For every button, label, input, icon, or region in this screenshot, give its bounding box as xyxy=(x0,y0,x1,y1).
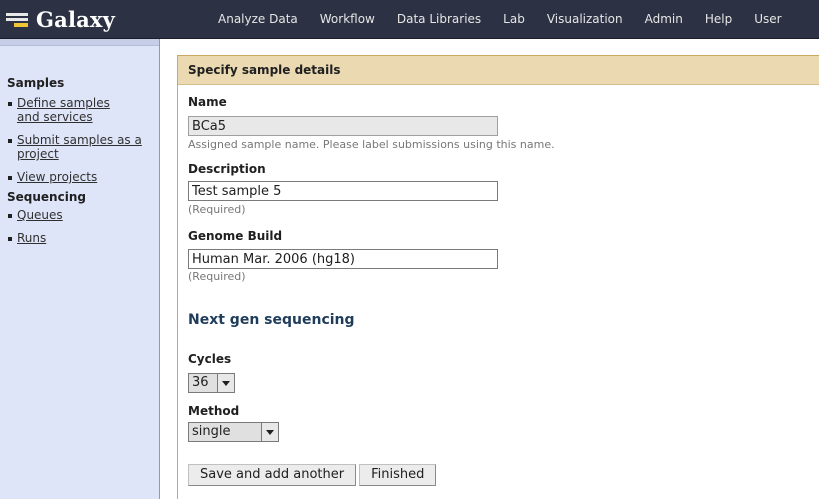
next-gen-sequencing-heading: Next gen sequencing xyxy=(188,312,355,328)
cycles-selected-value: 36 xyxy=(189,374,217,392)
view-projects-link[interactable]: View projects xyxy=(17,170,97,184)
save-and-add-another-button[interactable]: Save and add another xyxy=(188,464,357,486)
brand-title: Galaxy xyxy=(36,6,116,32)
menu-item-define-samples: Define samples and services xyxy=(0,96,159,124)
samples-menu: Define samples and services Submit sampl… xyxy=(0,96,159,184)
sample-details-form: Specify sample details Name Assigned sam… xyxy=(177,55,819,499)
menu-item-view-projects: View projects xyxy=(0,170,159,184)
method-selected-value: single xyxy=(189,423,261,441)
menu-item-queues: Queues xyxy=(0,208,159,222)
cycles-label: Cycles xyxy=(188,352,232,366)
method-dropdown-button[interactable] xyxy=(261,423,278,441)
submit-samples-link[interactable]: Submit samples as a project xyxy=(17,133,147,161)
galaxy-brand[interactable]: Galaxy xyxy=(6,4,115,34)
name-label: Name xyxy=(188,95,227,109)
nav-lab[interactable]: Lab xyxy=(503,12,525,26)
method-select[interactable]: single xyxy=(188,422,279,442)
genome-build-label: Genome Build xyxy=(188,229,283,243)
galaxy-logo-icon xyxy=(6,11,30,27)
nav-workflow[interactable]: Workflow xyxy=(320,12,375,26)
chevron-down-icon xyxy=(222,380,230,386)
method-label: Method xyxy=(188,404,240,418)
nav-data-libraries[interactable]: Data Libraries xyxy=(397,12,481,26)
define-samples-link[interactable]: Define samples and services xyxy=(17,96,127,124)
description-input[interactable] xyxy=(188,181,498,201)
genome-build-help-text: (Required) xyxy=(188,270,246,283)
nav-user[interactable]: User xyxy=(754,12,781,26)
form-header: Specify sample details xyxy=(178,56,819,85)
nav-help[interactable]: Help xyxy=(705,12,732,26)
menu-item-runs: Runs xyxy=(0,231,159,245)
nav-analyze-data[interactable]: Analyze Data xyxy=(218,12,298,26)
queues-link[interactable]: Queues xyxy=(17,208,63,222)
cycles-dropdown-button[interactable] xyxy=(217,374,234,392)
description-help-text: (Required) xyxy=(188,203,246,216)
menu-item-submit-samples: Submit samples as a project xyxy=(0,133,159,161)
name-input[interactable] xyxy=(188,116,498,136)
runs-link[interactable]: Runs xyxy=(17,231,46,245)
form-buttons: Save and add another Finished xyxy=(188,464,439,486)
masthead: Galaxy Analyze Data Workflow Data Librar… xyxy=(0,0,819,39)
top-navigation: Analyze Data Workflow Data Libraries Lab… xyxy=(218,0,819,38)
finished-button[interactable]: Finished xyxy=(359,464,437,486)
samples-section-title: Samples xyxy=(7,76,65,90)
sequencing-section-title: Sequencing xyxy=(7,190,86,204)
nav-visualization[interactable]: Visualization xyxy=(547,12,623,26)
description-label: Description xyxy=(188,162,266,176)
nav-admin[interactable]: Admin xyxy=(645,12,683,26)
chevron-down-icon xyxy=(266,429,274,435)
left-panel: Samples Define samples and services Subm… xyxy=(0,39,160,499)
sequencing-menu: Queues Runs xyxy=(0,208,159,245)
left-panel-header xyxy=(0,39,159,46)
cycles-select[interactable]: 36 xyxy=(188,373,235,393)
name-help-text: Assigned sample name. Please label submi… xyxy=(188,138,555,151)
genome-build-input[interactable] xyxy=(188,249,498,269)
